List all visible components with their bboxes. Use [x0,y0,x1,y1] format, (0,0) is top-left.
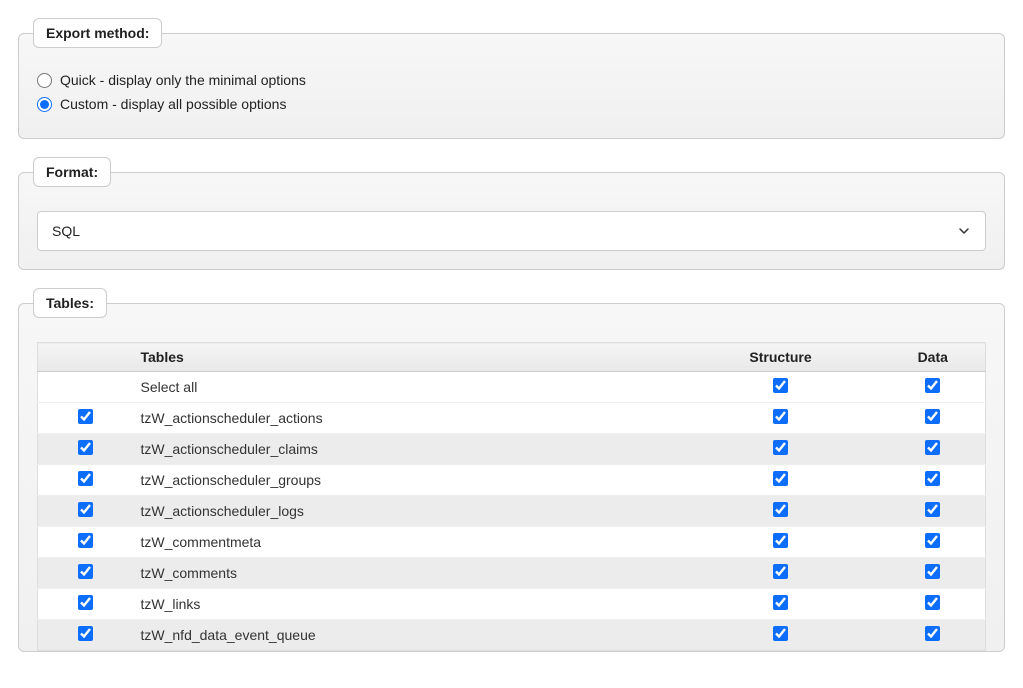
table-row-name: tzW_actionscheduler_actions [133,403,681,434]
table-row-data-checkbox[interactable] [925,471,940,486]
tables-header-row: Tables Structure Data [38,343,986,372]
table-row-select-checkbox[interactable] [78,564,93,579]
select-all-structure-checkbox[interactable] [773,378,788,393]
select-all-data-checkbox[interactable] [925,378,940,393]
export-method-radio-group: Quick - display only the minimal options… [37,72,986,112]
tables-panel: Tables: Tables Structure Data Select all… [18,288,1005,652]
export-method-panel: Export method: Quick - display only the … [18,18,1005,139]
tables-select-all-row: Select all [38,372,986,403]
format-select-value: SQL [52,223,957,239]
export-method-quick-label: Quick - display only the minimal options [60,72,306,88]
table-row-select-checkbox[interactable] [78,409,93,424]
table-row-structure-checkbox[interactable] [773,502,788,517]
table-row-select-checkbox[interactable] [78,626,93,641]
table-row: tzW_actionscheduler_logs [38,496,986,527]
table-row-structure-checkbox[interactable] [773,564,788,579]
tables-legend: Tables: [33,288,107,318]
table-row-structure-checkbox[interactable] [773,409,788,424]
export-method-quick-row[interactable]: Quick - display only the minimal options [37,72,986,88]
tables-table: Tables Structure Data Select all tzW_act… [37,342,986,651]
table-row-data-checkbox[interactable] [925,626,940,641]
table-row: tzW_actionscheduler_claims [38,434,986,465]
table-row-name: tzW_actionscheduler_claims [133,434,681,465]
tables-select-all-label: Select all [133,372,681,403]
chevron-down-icon [957,224,971,238]
table-row-select-checkbox[interactable] [78,533,93,548]
format-legend: Format: [33,157,111,187]
table-row: tzW_actionscheduler_groups [38,465,986,496]
export-method-legend: Export method: [33,18,162,48]
tables-header-tables: Tables [133,343,681,372]
table-row-data-checkbox[interactable] [925,502,940,517]
table-row-data-checkbox[interactable] [925,595,940,610]
table-row: tzW_nfd_data_event_queue [38,620,986,651]
export-method-custom-radio[interactable] [37,97,52,112]
table-row-structure-checkbox[interactable] [773,626,788,641]
table-row-select-checkbox[interactable] [78,502,93,517]
table-row-structure-checkbox[interactable] [773,471,788,486]
table-row-name: tzW_actionscheduler_logs [133,496,681,527]
table-row-data-checkbox[interactable] [925,564,940,579]
table-row: tzW_actionscheduler_actions [38,403,986,434]
table-row-name: tzW_commentmeta [133,527,681,558]
table-row-name: tzW_actionscheduler_groups [133,465,681,496]
format-panel: Format: SQL [18,157,1005,270]
export-method-quick-radio[interactable] [37,73,52,88]
table-row: tzW_comments [38,558,986,589]
table-row-name: tzW_links [133,589,681,620]
tables-header-data: Data [881,343,986,372]
format-select[interactable]: SQL [37,211,986,251]
table-row-select-checkbox[interactable] [78,595,93,610]
export-method-custom-row[interactable]: Custom - display all possible options [37,96,986,112]
table-row-select-checkbox[interactable] [78,471,93,486]
table-row-structure-checkbox[interactable] [773,533,788,548]
table-row-structure-checkbox[interactable] [773,595,788,610]
table-row-structure-checkbox[interactable] [773,440,788,455]
table-row-select-checkbox[interactable] [78,440,93,455]
table-row: tzW_links [38,589,986,620]
tables-header-select [38,343,133,372]
table-row-name: tzW_comments [133,558,681,589]
table-row-data-checkbox[interactable] [925,440,940,455]
table-row-data-checkbox[interactable] [925,533,940,548]
table-row-name: tzW_nfd_data_event_queue [133,620,681,651]
table-row: tzW_commentmeta [38,527,986,558]
tables-header-structure: Structure [681,343,881,372]
export-method-custom-label: Custom - display all possible options [60,96,286,112]
table-row-data-checkbox[interactable] [925,409,940,424]
